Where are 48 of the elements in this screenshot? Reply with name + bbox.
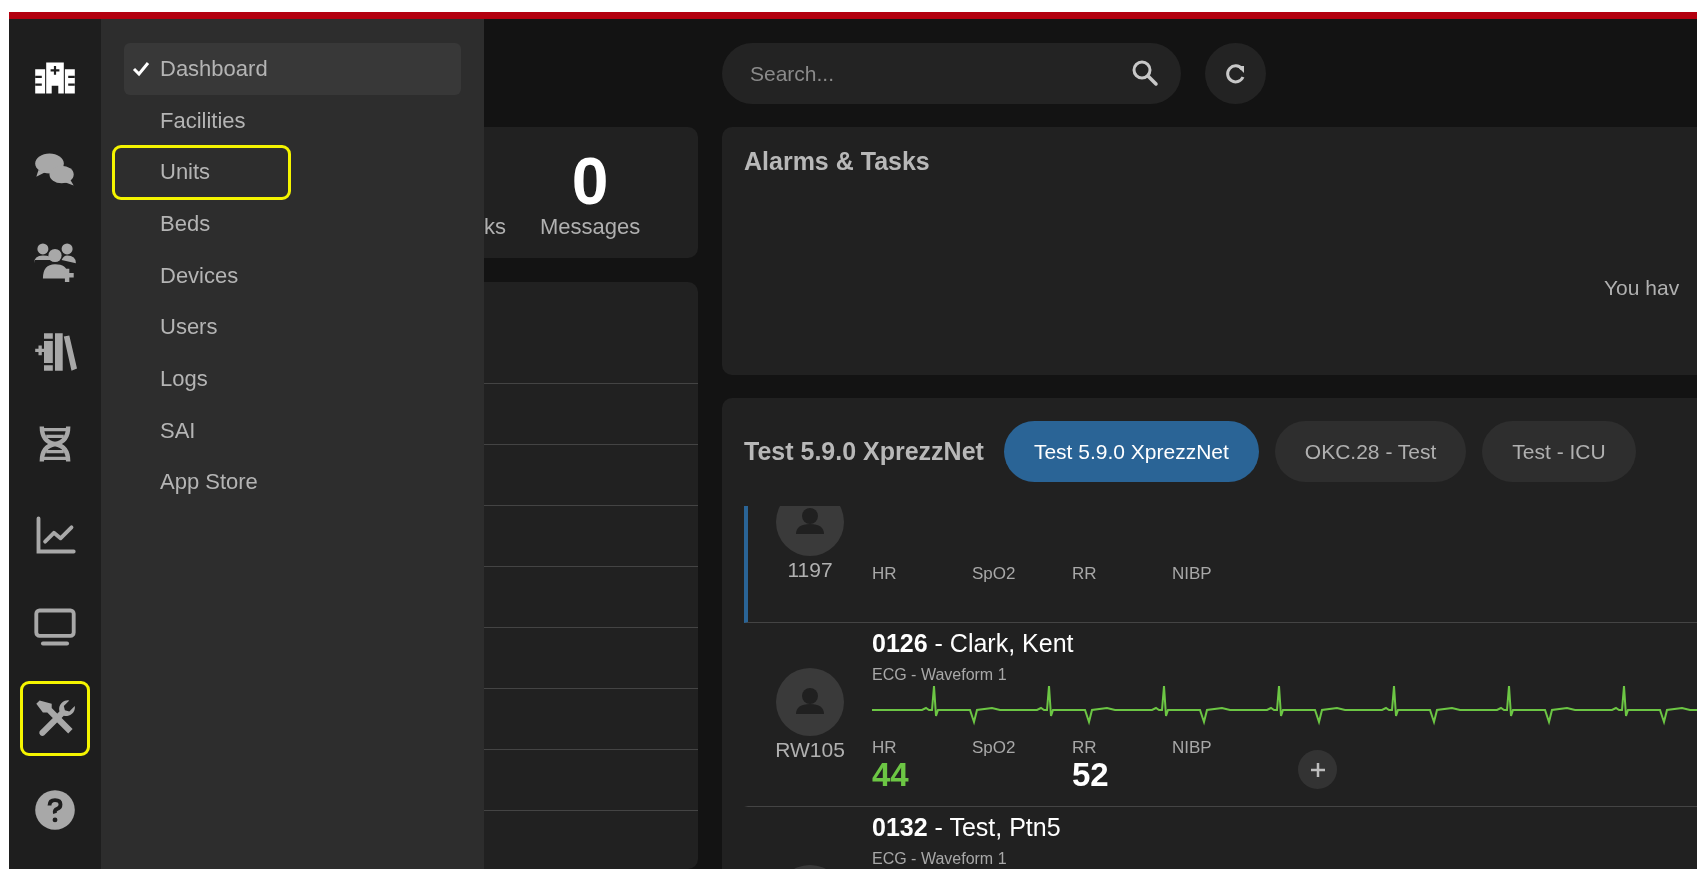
stat-value: 0 [571, 148, 609, 214]
patient-name: 0132 - Test, Ptn5 [872, 813, 1061, 842]
unit-tab[interactable]: Test 5.9.0 XprezzNet [1003, 421, 1259, 482]
menu-item[interactable]: Users [124, 301, 461, 354]
patient-row[interactable]: 0132 - Test, Ptn5 ECG - Waveform 1 [744, 807, 1697, 869]
tools-button[interactable] [20, 680, 90, 756]
menu-item[interactable]: Facilities [124, 94, 461, 147]
stat-label: ks [484, 214, 506, 240]
check-icon [132, 60, 150, 77]
search-field[interactable]: Search... [722, 43, 1181, 104]
vital-label: HR [872, 738, 898, 758]
vital-label: NIBP [1172, 564, 1213, 584]
unit-tab[interactable]: OKC.28 - Test [1274, 421, 1467, 482]
vital-value: 44 [872, 758, 910, 793]
waveform-label: ECG - Waveform 1 [872, 850, 1008, 868]
menu-item[interactable]: SAI [124, 404, 461, 457]
add-button[interactable] [1298, 750, 1337, 789]
bed-id: RW105 [775, 737, 845, 762]
unit-tab[interactable]: Test - ICU [1482, 421, 1636, 482]
card-title: Alarms & Tasks [744, 147, 931, 176]
avatar-icon [776, 667, 844, 736]
patient-row[interactable]: RW105 0126 - Clark, Kent ECG - Waveform 1 HR 44 SpO2 RR 52 NIBP [744, 623, 1697, 807]
empty-message: You hav [1604, 275, 1680, 301]
search-icon [1131, 59, 1159, 87]
waveform-label: ECG - Waveform 1 [872, 666, 1008, 684]
menu-item[interactable]: Dashboard [124, 43, 461, 95]
avatar-icon [776, 506, 844, 556]
vital-label: SpO2 [972, 564, 1017, 584]
books-icon [33, 330, 77, 374]
refresh-icon [1224, 62, 1247, 85]
bed-id: 1197 [787, 558, 833, 582]
unit-title: Test 5.9.0 XprezzNet [744, 437, 984, 466]
vital-label: RR [1072, 564, 1098, 584]
patient-name: 0126 - Clark, Kent [872, 629, 1075, 658]
plus-icon [1308, 760, 1327, 779]
help-icon [33, 787, 77, 832]
vital-label: NIBP [1172, 738, 1213, 758]
menu-item[interactable]: Units [124, 146, 461, 199]
menu-item[interactable]: App Store [124, 456, 461, 509]
vital-value: 52 [1072, 758, 1110, 793]
vital-label: SpO2 [972, 738, 1017, 758]
vital-label: HR [872, 564, 898, 584]
menu-item[interactable]: Beds [124, 198, 461, 250]
menu-item[interactable]: Devices [124, 249, 461, 302]
menu-item[interactable]: Logs [124, 353, 461, 405]
patient-row[interactable]: 1197 HR SpO2 RR NIBP [744, 506, 1697, 623]
stat-label: Messages [540, 214, 641, 240]
vital-label: RR [1072, 738, 1098, 758]
